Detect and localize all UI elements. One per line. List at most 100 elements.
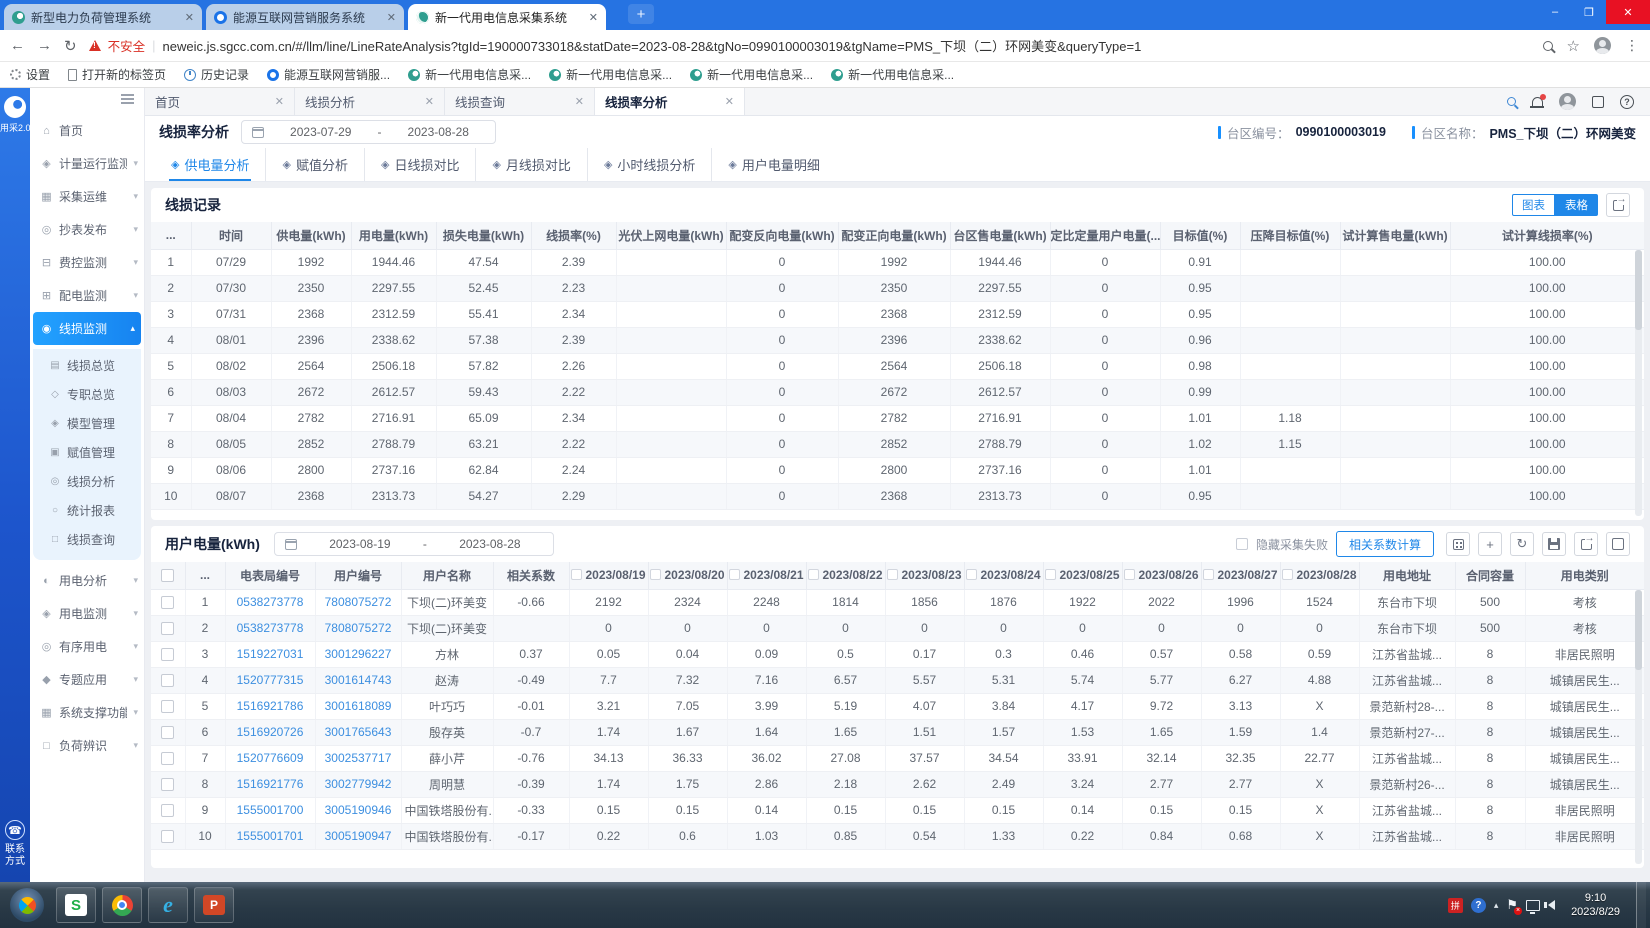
profile-avatar[interactable] <box>1594 37 1611 54</box>
save-button[interactable] <box>1542 532 1566 556</box>
browser-tab[interactable]: 新型电力负荷管理系统 ✕ <box>4 4 202 30</box>
tab-close-icon[interactable]: ✕ <box>387 11 396 24</box>
workspace-tab[interactable]: 线损查询 ✕ <box>445 88 595 115</box>
cell-link[interactable]: 1520777315 <box>225 667 315 693</box>
volume-icon[interactable] <box>1548 900 1555 910</box>
sidebar-item[interactable]: 采集运维 ▾ <box>30 180 144 213</box>
sidebar-item[interactable]: 首页 <box>30 114 144 147</box>
correlation-calc-button[interactable]: 相关系数计算 <box>1336 531 1434 557</box>
bookmark-item[interactable]: 设置 <box>10 66 50 83</box>
reload-icon[interactable]: ↻ <box>64 37 77 55</box>
sidebar-subitem[interactable]: 线损分析 <box>33 467 141 496</box>
analysis-subtab[interactable]: ◈ 日线损对比 <box>364 148 475 181</box>
cell-link[interactable]: 1520776609 <box>225 745 315 771</box>
cell-link[interactable]: 3001618089 <box>315 693 401 719</box>
table-view-button[interactable]: 表格 <box>1555 194 1598 216</box>
hide-failed-checkbox[interactable] <box>1236 538 1248 550</box>
cell-link[interactable]: 1516921786 <box>225 693 315 719</box>
help-tray-icon[interactable]: ? <box>1471 898 1486 913</box>
date-range-picker[interactable]: 2023-07-29 - 2023-08-28 <box>241 120 496 144</box>
close-button[interactable]: ✕ <box>1606 0 1650 24</box>
bookmark-item[interactable]: 历史记录 <box>184 66 249 83</box>
cell-link[interactable]: 1519227031 <box>225 641 315 667</box>
sidebar-item[interactable]: 费控监测 ▾ <box>30 246 144 279</box>
taskbar-clock[interactable]: 9:10 2023/8/29 <box>1563 891 1628 919</box>
export-button[interactable] <box>1606 193 1630 217</box>
workspace-tab[interactable]: 线损分析 ✕ <box>295 88 445 115</box>
search-icon[interactable] <box>1507 97 1516 106</box>
chart-view-button[interactable]: 图表 <box>1512 194 1555 216</box>
sidebar-item[interactable]: 抄表发布 ▾ <box>30 213 144 246</box>
browser-tab[interactable]: 能源互联网营销服务系统 ✕ <box>206 4 404 30</box>
sidebar-item[interactable]: 负荷辨识 ▾ <box>30 729 144 762</box>
action-center-flag-icon[interactable]: ⚑ <box>1506 897 1518 913</box>
taskbar-app-wps[interactable]: S <box>56 887 96 923</box>
cell-link[interactable]: 1555001701 <box>225 823 315 849</box>
sidebar-item[interactable]: 配电监测 ▾ <box>30 279 144 312</box>
tab-close-icon[interactable]: ✕ <box>425 95 434 108</box>
workspace-tab[interactable]: 首页 ✕ <box>145 88 295 115</box>
network-icon[interactable] <box>1526 900 1540 911</box>
analysis-subtab[interactable]: ◈ 供电量分析 <box>155 148 265 181</box>
sidebar-subitem[interactable]: 模型管理 <box>33 409 141 438</box>
browser-tab[interactable]: 新一代用电信息采集系统 ✕ <box>408 4 606 30</box>
sidebar-subitem[interactable]: 专职总览 <box>33 380 141 409</box>
add-button[interactable]: + <box>1478 532 1502 556</box>
bookmark-item[interactable]: 打开新的标签页 <box>68 66 166 83</box>
sidebar-item[interactable]: 计量运行监测 ▾ <box>30 147 144 180</box>
cell-link[interactable]: 3005190946 <box>315 797 401 823</box>
tab-close-icon[interactable]: ✕ <box>575 95 584 108</box>
tab-close-icon[interactable]: ✕ <box>185 11 194 24</box>
column-settings-button[interactable] <box>1446 532 1470 556</box>
refresh-button[interactable]: ↻ <box>1510 532 1534 556</box>
cell-link[interactable]: 1516921776 <box>225 771 315 797</box>
back-icon[interactable]: ← <box>10 37 25 54</box>
scrollbar-thumb[interactable] <box>1635 590 1642 670</box>
bookmark-item[interactable]: 新一代用电信息采... <box>831 66 954 83</box>
cell-link[interactable]: 3001296227 <box>315 641 401 667</box>
cell-link[interactable]: 3002537717 <box>315 745 401 771</box>
cell-link[interactable]: 7808075272 <box>315 589 401 615</box>
user-avatar[interactable] <box>1559 93 1576 110</box>
show-desktop-button[interactable] <box>1636 882 1646 928</box>
minimize-button[interactable]: – <box>1538 0 1572 24</box>
sidebar-item[interactable]: 用电分析 ▾ <box>30 564 144 597</box>
forward-icon[interactable]: → <box>37 37 52 54</box>
cell-link[interactable]: 3005190947 <box>315 823 401 849</box>
tab-close-icon[interactable]: ✕ <box>589 11 598 24</box>
notification-bell-icon[interactable] <box>1532 97 1543 107</box>
vertical-scrollbar[interactable] <box>1635 590 1642 864</box>
address-bar[interactable]: 不安全 | neweic.js.sgcc.com.cn/#/llm/line/L… <box>89 36 1531 55</box>
cell-link[interactable]: 7808075272 <box>315 615 401 641</box>
taskbar-app-ie[interactable]: e <box>148 887 188 923</box>
cell-link[interactable]: 0538273778 <box>225 589 315 615</box>
sidebar-item[interactable]: 有序用电 ▾ <box>30 630 144 663</box>
sidebar-subitem[interactable]: 线损总览 <box>33 351 141 380</box>
help-icon[interactable]: ? <box>1620 95 1634 109</box>
analysis-subtab[interactable]: ◈ 月线损对比 <box>475 148 586 181</box>
sidebar-subitem[interactable]: 统计报表 <box>33 496 141 525</box>
cell-link[interactable]: 3002779942 <box>315 771 401 797</box>
phone-icon[interactable]: ☎ <box>5 820 25 840</box>
cell-link[interactable]: 3001614743 <box>315 667 401 693</box>
sidebar-item[interactable]: 专题应用 ▾ <box>30 663 144 696</box>
sidebar-item[interactable]: 线损监测 ▴ <box>33 312 141 345</box>
analysis-subtab[interactable]: ◈ 小时线损分析 <box>587 148 711 181</box>
bookmark-item[interactable]: 能源互联网营销服... <box>267 66 390 83</box>
tab-close-icon[interactable]: ✕ <box>275 95 284 108</box>
ime-tray-icon[interactable]: 拼 <box>1448 898 1463 913</box>
user-date-range-picker[interactable]: 2023-08-19 - 2023-08-28 <box>274 532 554 556</box>
taskbar-app-ppt[interactable]: P <box>194 887 234 923</box>
scrollbar-thumb[interactable] <box>1635 250 1642 330</box>
sidebar-item[interactable]: 系统支撑功能 ▾ <box>30 696 144 729</box>
cell-link[interactable]: 1516920726 <box>225 719 315 745</box>
fullscreen-icon[interactable] <box>1592 96 1604 108</box>
start-button[interactable] <box>10 888 44 922</box>
search-zoom-icon[interactable] <box>1543 41 1553 51</box>
taskbar-app-chrome[interactable] <box>102 887 142 923</box>
cell-link[interactable]: 1555001700 <box>225 797 315 823</box>
bookmark-item[interactable]: 新一代用电信息采... <box>408 66 531 83</box>
export-button[interactable] <box>1574 532 1598 556</box>
browser-menu-icon[interactable]: ⋮ <box>1625 37 1640 54</box>
sidebar-subitem[interactable]: 线损查询 <box>33 525 141 554</box>
